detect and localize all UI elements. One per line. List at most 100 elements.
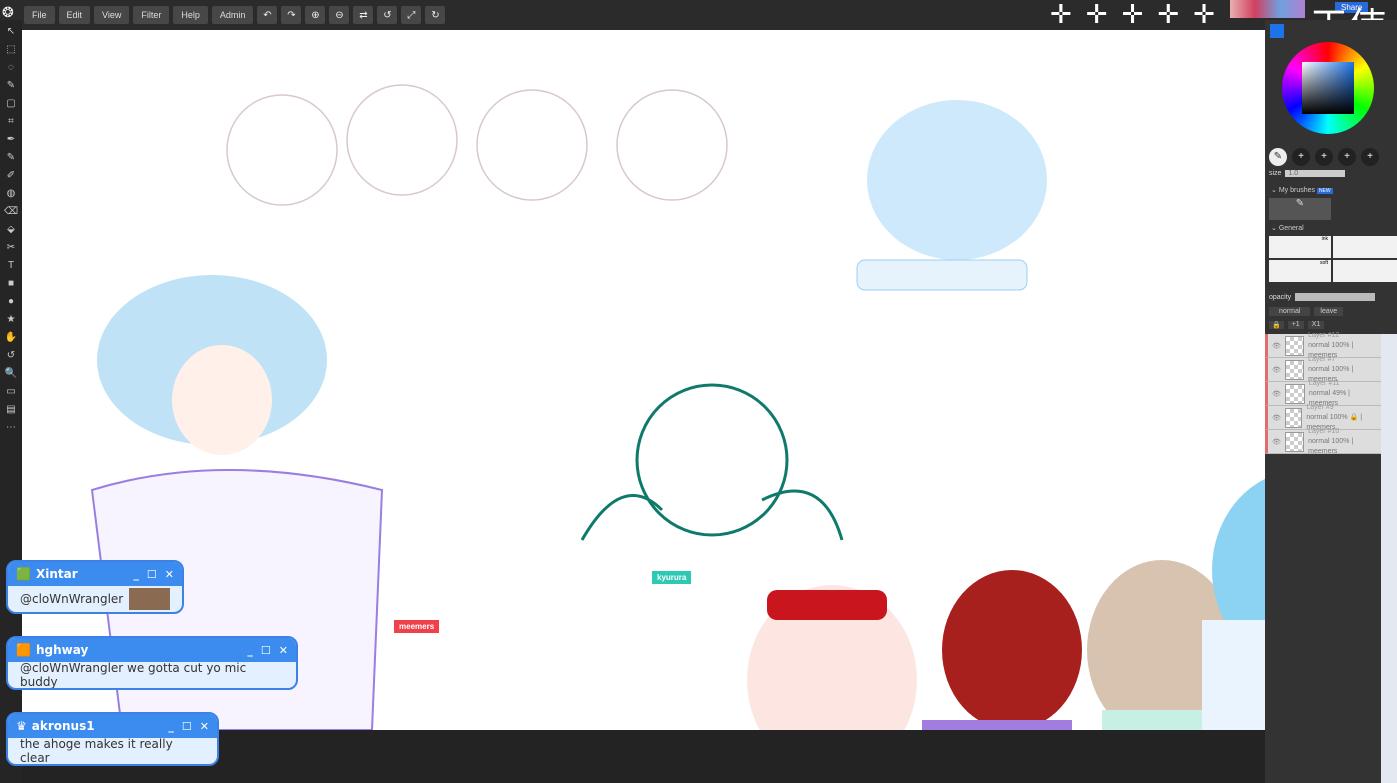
visibility-icon[interactable]: 👁 [1272,438,1281,446]
menu-filter[interactable]: Filter [133,6,170,24]
visibility-icon[interactable]: 👁 [1272,390,1281,398]
tool-icon[interactable]: 🔍 [4,366,18,380]
delete-layer-button[interactable]: X1 [1307,321,1325,329]
undo-icon[interactable]: ↶ [257,6,278,24]
chat-username: Xintar [35,567,78,581]
tool-icon[interactable]: ⬚ [4,42,18,56]
brush-tag: ink [1321,236,1328,242]
menu-file[interactable]: File [24,6,55,24]
avatar-strip [1230,0,1305,18]
rotate-left-icon[interactable]: ↺ [377,6,398,24]
visibility-icon[interactable]: 👁 [1272,342,1281,350]
tool-icon[interactable]: ★ [4,312,18,326]
layer-row[interactable]: 👁 Layer #10 normal 100% | meemers [1265,427,1381,455]
add-layer-button[interactable]: +1 [1287,321,1304,329]
brush-ink[interactable]: ink [1269,236,1331,258]
chat-username: hghway [35,643,89,657]
my-brushes-header[interactable]: My brushes [1279,187,1315,194]
brush-slot[interactable]: + [1338,148,1356,166]
close-icon[interactable]: ✕ [165,568,174,581]
tool-icon[interactable]: ▭ [4,384,18,398]
tool-icon[interactable]: ✋ [4,330,18,344]
general-header[interactable]: General [1279,225,1304,232]
tool-icon[interactable]: ✎ [4,150,18,164]
brush-slot[interactable]: ✎ [1269,148,1287,166]
visibility-icon[interactable]: 👁 [1272,414,1281,422]
tool-icon[interactable]: ⌗ [4,114,18,128]
lock-icon[interactable]: 🔒 [1269,321,1284,329]
opacity-label: opacity [1269,293,1292,301]
badge-icon: 🟧 [16,643,31,657]
redo-icon[interactable]: ↷ [281,6,302,24]
chat-text: @cloWnWrangler we gotta cut yo mic buddy [20,661,247,689]
maximize-icon[interactable]: ☐ [261,644,271,657]
tool-icon[interactable]: ■ [4,276,18,290]
chat-message: 🟩 Xintar _ ☐ ✕ @cloWnWrangler [6,560,184,614]
menu-help[interactable]: Help [173,6,208,24]
tool-icon[interactable]: T [4,258,18,272]
tool-icon[interactable]: ⬙ [4,222,18,236]
close-icon[interactable]: ✕ [279,644,288,657]
maximize-icon[interactable]: ☐ [182,720,192,733]
layer-name: Layer #12 [1308,331,1340,339]
brush-slot[interactable]: + [1315,148,1333,166]
tool-icon[interactable]: ✐ [4,168,18,182]
menu-edit[interactable]: Edit [58,6,91,24]
layer-name: Layer #10 [1308,427,1340,435]
layer-list: 👁 Layer #12 normal 100% | meemers 👁 Layer #7… [1265,331,1381,455]
minimize-icon[interactable]: _ [247,644,253,657]
tool-icon[interactable]: ◍ [4,186,18,200]
size-input[interactable]: 1.0 [1285,170,1346,177]
color-wheel[interactable] [1282,42,1374,134]
tool-icon[interactable]: ▤ [4,402,18,416]
swap-icon[interactable]: ⇄ [353,6,374,24]
reset-icon[interactable]: ↻ [425,6,446,24]
menu-view[interactable]: View [94,6,130,24]
layer-thumbnail [1284,359,1305,380]
brush-slot[interactable]: + [1292,148,1310,166]
tool-icon[interactable]: ⌫ [4,204,18,218]
close-icon[interactable]: ✕ [200,720,209,733]
color-picker-square[interactable] [1302,62,1354,114]
size-label: size [1269,170,1282,177]
tool-icon[interactable]: ✒ [4,132,18,146]
menu-bar: ❂ File Edit View Filter Help Admin ↶ ↷ ⊕… [0,0,1397,49]
zoom-out-icon[interactable]: ⊖ [329,6,350,24]
brush-slot[interactable]: + [1361,148,1379,166]
crown-icon: ♛ [16,719,27,733]
brush-tag: soft [1319,260,1328,266]
minimize-icon[interactable]: _ [168,720,174,733]
layer-thumbnail [1284,383,1305,404]
tool-icon[interactable]: ◌ [4,60,18,74]
drawing-canvas[interactable]: meemers kyurura [22,30,1265,730]
brush-ink-2[interactable] [1333,236,1397,258]
tool-icon[interactable]: ↖ [4,24,18,38]
new-badge: NEW [1316,188,1333,194]
layer-name: Layer #9 [1306,403,1334,411]
menu-admin[interactable]: Admin [211,6,254,24]
zoom-in-icon[interactable]: ⊕ [305,6,326,24]
opacity-slider[interactable] [1295,293,1376,301]
blend-mode-select[interactable]: normal [1269,307,1311,316]
brush-soft-2[interactable] [1333,260,1397,282]
visibility-icon[interactable]: 👁 [1272,366,1281,374]
tool-icon[interactable]: ⋯ [4,420,18,434]
minimize-icon[interactable]: _ [133,568,139,581]
tool-icon[interactable]: ↺ [4,348,18,362]
cursor-label-kyurura: kyurura [652,571,692,584]
custom-brush-tile[interactable]: ✎ [1269,198,1331,220]
layer-thumbnail [1284,431,1305,452]
tool-icon[interactable]: ✎ [4,78,18,92]
panel-scrollbar[interactable] [1381,334,1397,783]
leave-button[interactable]: leave [1314,307,1344,316]
tool-icon[interactable]: ▢ [4,96,18,110]
tool-icon[interactable]: ● [4,294,18,308]
maximize-icon[interactable]: ☐ [147,568,157,581]
brush-soft[interactable]: soft [1269,260,1331,282]
artwork [90,84,1265,730]
color-swatch-primary[interactable] [1270,24,1284,38]
fullscreen-icon[interactable]: ⤢ [401,6,422,24]
brush-slots: ✎ + + + + [1269,148,1379,166]
tool-icon[interactable]: ✂ [4,240,18,254]
dotted-crosses-overlay: ✛✛✛✛✛ [1050,0,1229,29]
